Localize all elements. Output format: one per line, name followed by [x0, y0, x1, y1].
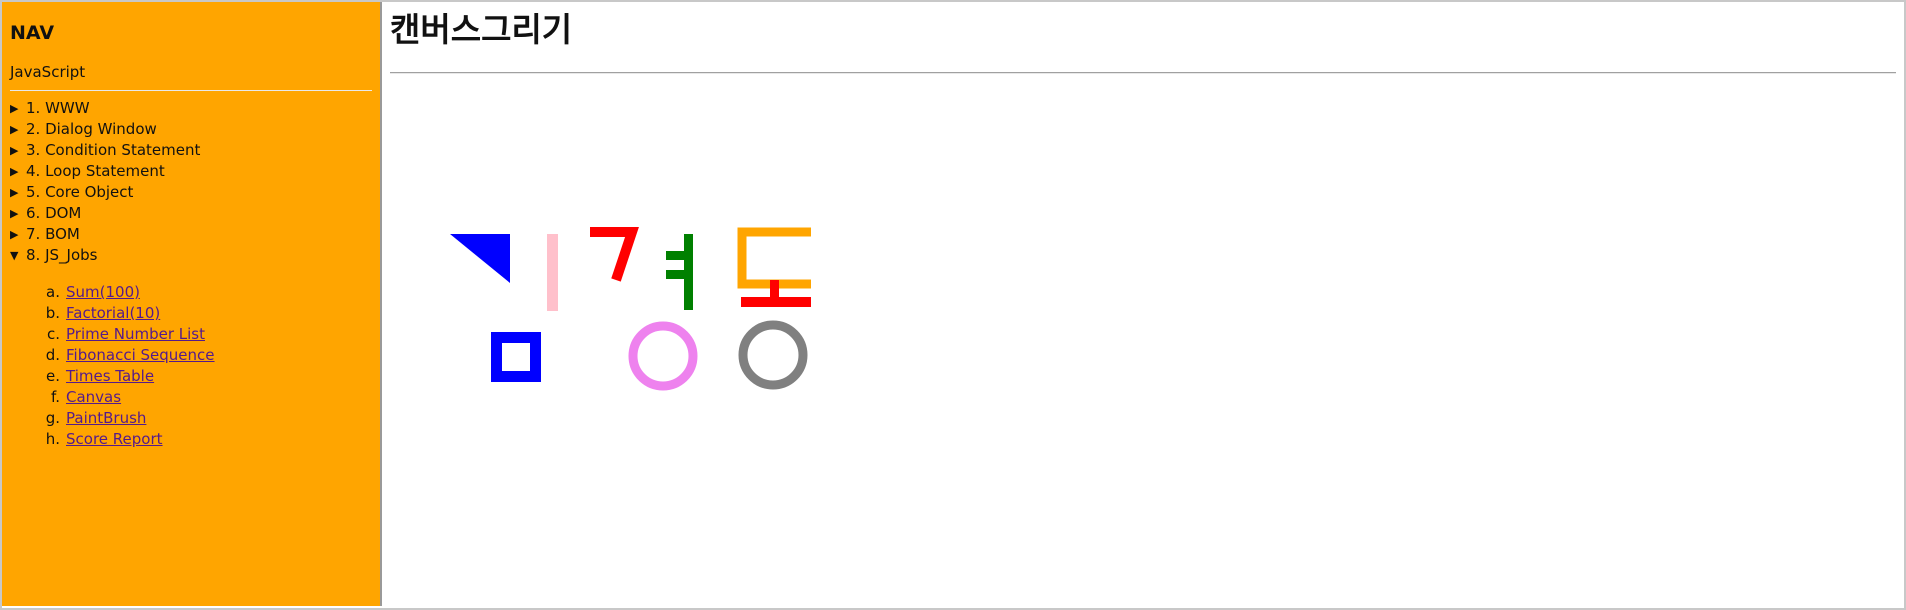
nav-item-bom[interactable]: ▶ 7. BOM: [10, 224, 372, 245]
canvas-green-bar-lower: [666, 270, 684, 279]
nav-item-js-jobs[interactable]: ▼ 8. JS_Jobs: [10, 245, 372, 266]
canvas-blue-triangle: [450, 234, 510, 283]
submenu-item-marker: g.: [45, 409, 60, 427]
nav-item-loop-statement[interactable]: ▶ 4. Loop Statement: [10, 161, 372, 182]
link-times-table[interactable]: Times Table: [66, 366, 154, 387]
submenu-item-marker: h.: [45, 430, 60, 448]
submenu-item: e. Times Table: [40, 366, 372, 387]
caret-right-icon: ▶: [10, 228, 19, 241]
sidebar-nav: NAV JavaScript ▶ 1. WWW ▶ 2. Dialog Wind…: [2, 2, 382, 606]
link-fibonacci-sequence[interactable]: Fibonacci Sequence: [66, 345, 215, 366]
link-sum[interactable]: Sum(100): [66, 282, 140, 303]
caret-down-icon: ▼: [10, 249, 19, 262]
submenu-item-marker: a.: [46, 283, 60, 301]
canvas-green-bar-upper: [666, 251, 684, 260]
caret-right-icon: ▶: [10, 186, 19, 199]
caret-right-icon: ▶: [10, 123, 19, 136]
nav-item-dialog-window[interactable]: ▶ 2. Dialog Window: [10, 119, 372, 140]
nav-item-dom[interactable]: ▶ 6. DOM: [10, 203, 372, 224]
submenu-item: b. Factorial(10): [40, 303, 372, 324]
submenu-item-marker: c.: [46, 325, 60, 343]
canvas-orange-digeut: [737, 227, 811, 289]
caret-right-icon: ▶: [10, 102, 19, 115]
nav-item-label: 1. WWW: [26, 99, 90, 117]
submenu-item: h. Score Report: [40, 429, 372, 450]
nav-item-label: 7. BOM: [26, 225, 80, 243]
submenu-item-marker: b.: [45, 304, 60, 322]
nav-divider: [10, 90, 372, 91]
caret-right-icon: ▶: [10, 144, 19, 157]
link-factorial[interactable]: Factorial(10): [66, 303, 160, 324]
nav-item-label: 6. DOM: [26, 204, 82, 222]
nav-item-label: 4. Loop Statement: [26, 162, 165, 180]
canvas-green-vertical: [684, 234, 693, 310]
page-title: 캔버스그리기: [390, 10, 573, 49]
nav-subtitle: JavaScript: [10, 63, 86, 81]
link-canvas[interactable]: Canvas: [66, 387, 121, 408]
submenu-item: d. Fibonacci Sequence: [40, 345, 372, 366]
nav-item-label: 3. Condition Statement: [26, 141, 201, 159]
caret-right-icon: ▶: [10, 165, 19, 178]
caret-right-icon: ▶: [10, 207, 19, 220]
submenu-item: f. Canvas: [40, 387, 372, 408]
main-content: 캔버스그리기: [384, 2, 1904, 606]
link-prime-number-list[interactable]: Prime Number List: [66, 324, 205, 345]
canvas-violet-ring: [628, 321, 698, 391]
nav-title: NAV: [10, 22, 55, 44]
drawing-canvas[interactable]: [384, 77, 884, 437]
nav-item-label: 5. Core Object: [26, 183, 134, 201]
nav-item-www[interactable]: ▶ 1. WWW: [10, 98, 372, 119]
link-score-report[interactable]: Score Report: [66, 429, 163, 450]
submenu-item: g. PaintBrush: [40, 408, 372, 429]
canvas-red-giyeok: [590, 227, 639, 282]
nav-item-condition-statement[interactable]: ▶ 3. Condition Statement: [10, 140, 372, 161]
nav-item-label: 8. JS_Jobs: [26, 246, 98, 264]
title-divider: [390, 72, 1896, 74]
canvas-gray-ring: [738, 320, 808, 390]
submenu-item-marker: f.: [51, 388, 60, 406]
nav-item-core-object[interactable]: ▶ 5. Core Object: [10, 182, 372, 203]
js-jobs-submenu: a. Sum(100) b. Factorial(10) c. Prime Nu…: [40, 282, 372, 450]
submenu-item: c. Prime Number List: [40, 324, 372, 345]
nav-item-label: 2. Dialog Window: [26, 120, 157, 138]
submenu-item-marker: e.: [46, 367, 60, 385]
link-paintbrush[interactable]: PaintBrush: [66, 408, 146, 429]
canvas-blue-square-outline: [491, 332, 541, 382]
canvas-pink-bar: [547, 234, 558, 311]
submenu-item: a. Sum(100): [40, 282, 372, 303]
canvas-red-base: [741, 297, 811, 307]
submenu-item-marker: d.: [45, 346, 60, 364]
nav-menu: ▶ 1. WWW ▶ 2. Dialog Window ▶ 3. Conditi…: [10, 98, 372, 266]
